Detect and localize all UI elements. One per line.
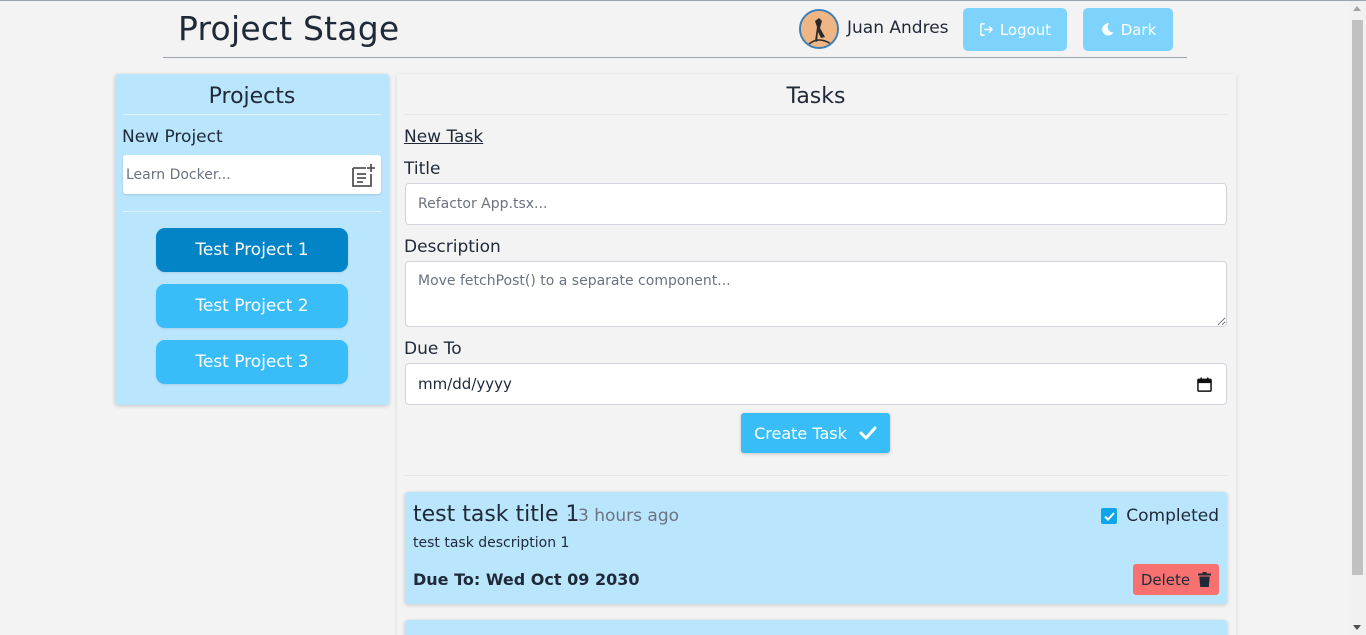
task-description-input[interactable] [405, 261, 1227, 327]
task-due-date: Due To: Wed Oct 09 2030 [413, 570, 640, 589]
trash-icon [1198, 572, 1212, 587]
user-name: Juan Andres [847, 18, 949, 38]
task-title: test task title 1 [413, 502, 580, 527]
avatar-image [801, 11, 837, 47]
checkbox-checked-icon [1104, 511, 1115, 521]
completed-toggle[interactable]: Completed [1101, 506, 1219, 526]
new-task-toggle[interactable]: New Task [404, 127, 483, 147]
scroll-thumb[interactable] [1352, 20, 1363, 575]
completed-checkbox[interactable] [1101, 508, 1118, 524]
project-item-1[interactable]: Test Project 1 [156, 228, 348, 272]
delete-label: Delete [1140, 570, 1191, 589]
task-description: test task description 1 [413, 535, 570, 551]
task-due-label: Due To [404, 339, 462, 359]
check-icon [859, 426, 877, 440]
logout-icon [979, 23, 993, 36]
projects-divider [123, 211, 381, 212]
delete-task-button[interactable]: Delete [1133, 564, 1219, 595]
task-due-input[interactable]: mm/dd/yyyy [405, 363, 1227, 405]
tasks-panel: Tasks New Task Title Description Due To … [397, 74, 1236, 635]
due-date-placeholder: mm/dd/yyyy [418, 375, 512, 393]
app-header: Project Stage Juan Andres Logout Dark [163, 1, 1187, 58]
projects-title: Projects [123, 84, 381, 115]
create-task-button[interactable]: Create Task [741, 413, 890, 453]
project-item-3[interactable]: Test Project 3 [156, 340, 348, 384]
scroll-up-arrow-icon[interactable] [1353, 6, 1361, 11]
task-card [405, 620, 1227, 635]
task-time-ago: 3 hours ago [578, 506, 680, 526]
dark-mode-button[interactable]: Dark [1083, 8, 1173, 51]
task-title-label: Title [404, 159, 441, 179]
tasks-title: Tasks [404, 84, 1228, 115]
task-title-input[interactable] [405, 183, 1227, 225]
page-scrollbar[interactable] [1349, 1, 1366, 635]
new-project-box [123, 155, 381, 194]
dark-label: Dark [1120, 20, 1157, 39]
moon-icon [1101, 23, 1114, 36]
logout-label: Logout [999, 20, 1052, 39]
task-separator: · [567, 508, 572, 524]
project-item-2[interactable]: Test Project 2 [156, 284, 348, 328]
app-title: Project Stage [178, 9, 400, 48]
create-task-label: Create Task [754, 423, 847, 443]
user-avatar[interactable] [799, 9, 839, 49]
task-card: test task title 1 · 3 hours ago Complete… [405, 492, 1227, 604]
new-project-label: New Project [122, 127, 223, 147]
projects-panel: Projects New Project Test Project 1 Test… [115, 74, 389, 405]
task-description-label: Description [404, 237, 501, 257]
scroll-down-arrow-icon[interactable] [1353, 625, 1361, 630]
calendar-icon[interactable] [1197, 377, 1212, 392]
tasks-divider [404, 475, 1228, 476]
logout-button[interactable]: Logout [963, 8, 1067, 51]
note-add-icon[interactable] [349, 161, 377, 189]
new-project-input[interactable] [123, 155, 343, 194]
completed-label: Completed [1126, 506, 1219, 526]
